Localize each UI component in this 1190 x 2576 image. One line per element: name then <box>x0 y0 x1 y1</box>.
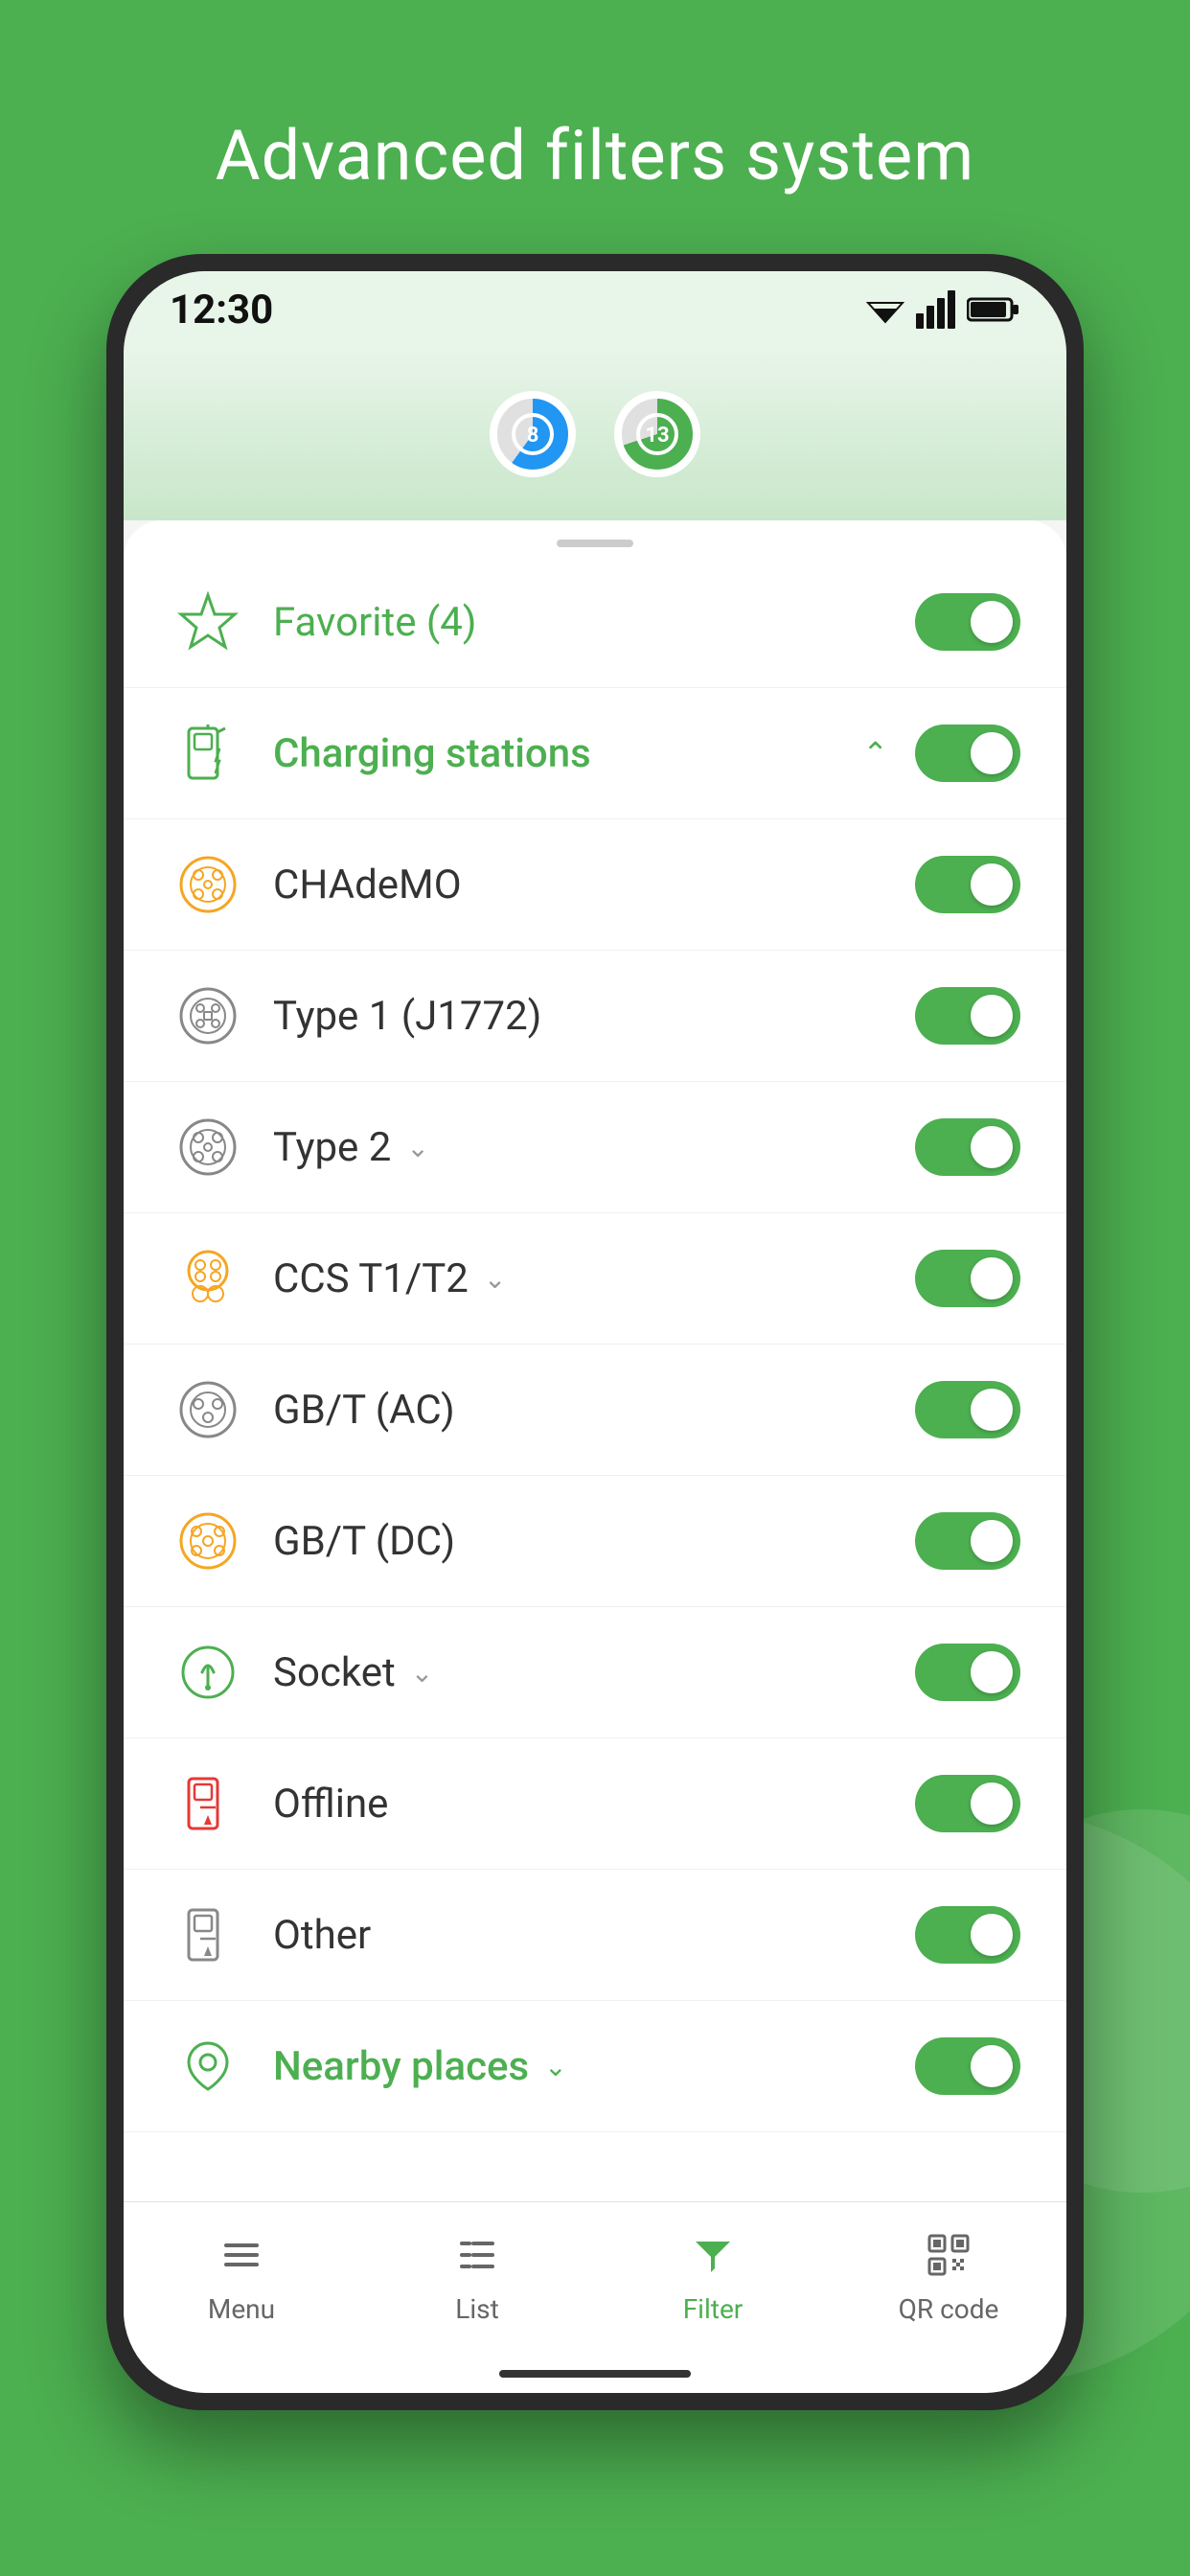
charging-stations-icon <box>170 715 246 792</box>
type1-label: Type 1 (J1772) <box>273 993 915 1040</box>
filter-row-other[interactable]: Other <box>124 1870 1066 2001</box>
type2-label: Type 2 ⌄ <box>273 1124 915 1171</box>
type1-icon <box>170 978 246 1054</box>
offline-label: Offline <box>273 1781 915 1828</box>
type2-icon <box>170 1109 246 1185</box>
filter-row-chademo[interactable]: CHAdeMO <box>124 819 1066 951</box>
nav-list[interactable]: List <box>359 2232 595 2325</box>
bottom-nav: Menu List <box>124 2201 1066 2355</box>
gbt-dc-icon <box>170 1503 246 1579</box>
socket-icon <box>170 1634 246 1711</box>
ccs-icon <box>170 1240 246 1317</box>
offline-icon <box>170 1765 246 1842</box>
filter-icon <box>690 2232 736 2286</box>
filter-row-type1[interactable]: Type 1 (J1772) <box>124 951 1066 1082</box>
nav-filter[interactable]: Filter <box>595 2232 831 2325</box>
nav-qrcode[interactable]: QR code <box>831 2232 1066 2325</box>
nearby-icon <box>170 2028 246 2104</box>
qr-icon <box>926 2232 972 2286</box>
gbt-dc-label: GB/T (DC) <box>273 1518 915 1565</box>
nav-menu[interactable]: Menu <box>124 2232 359 2325</box>
filter-row-gbt-ac[interactable]: GB/T (AC) <box>124 1345 1066 1476</box>
wifi-icon <box>866 295 904 324</box>
filter-row-socket[interactable]: Socket ⌄ <box>124 1607 1066 1738</box>
filter-row-offline[interactable]: Offline <box>124 1738 1066 1870</box>
filter-row-favorite[interactable]: Favorite (4) <box>124 557 1066 688</box>
nearby-toggle[interactable] <box>915 2037 1020 2095</box>
chademo-icon <box>170 846 246 923</box>
battery-icon <box>967 295 1020 324</box>
charging-stations-label: Charging stations <box>273 730 862 777</box>
svg-text:8: 8 <box>527 424 539 448</box>
list-icon <box>454 2232 500 2286</box>
other-label: Other <box>273 1912 915 1959</box>
charging-stations-toggle[interactable] <box>915 724 1020 782</box>
map-marker-2: 13 <box>614 391 700 477</box>
menu-icon <box>218 2232 264 2286</box>
filter-row-ccs[interactable]: CCS T1/T2 ⌄ <box>124 1213 1066 1345</box>
nearby-chevron: ⌄ <box>544 2051 566 2082</box>
status-time: 12:30 <box>170 287 273 334</box>
drag-handle[interactable] <box>124 520 1066 557</box>
type1-toggle[interactable] <box>915 987 1020 1045</box>
signal-icon <box>916 290 955 329</box>
favorite-toggle[interactable] <box>915 593 1020 651</box>
ccs-chevron: ⌄ <box>484 1263 506 1295</box>
type2-toggle[interactable] <box>915 1118 1020 1176</box>
chademo-label: CHAdeMO <box>273 862 915 908</box>
favorite-label: Favorite (4) <box>273 599 915 646</box>
nav-menu-label: Menu <box>208 2293 275 2325</box>
status-bar: 12:30 <box>124 271 1066 348</box>
favorite-icon <box>170 584 246 660</box>
charging-stations-chevron: ⌃ <box>862 735 888 771</box>
svg-text:13: 13 <box>645 424 669 448</box>
ccs-toggle[interactable] <box>915 1250 1020 1307</box>
home-indicator <box>124 2355 1066 2393</box>
type2-chevron: ⌄ <box>406 1132 428 1163</box>
ccs-label: CCS T1/T2 ⌄ <box>273 1255 915 1302</box>
nearby-label: Nearby places ⌄ <box>273 2043 915 2090</box>
status-icons <box>866 290 1020 329</box>
gbt-ac-label: GB/T (AC) <box>273 1387 915 1434</box>
nav-filter-label: Filter <box>683 2293 744 2325</box>
phone-frame: 12:30 <box>106 254 1084 2410</box>
gbt-ac-toggle[interactable] <box>915 1381 1020 1438</box>
other-icon <box>170 1897 246 1973</box>
filter-row-nearby[interactable]: Nearby places ⌄ <box>124 2001 1066 2132</box>
gbt-ac-icon <box>170 1371 246 1448</box>
other-toggle[interactable] <box>915 1906 1020 1964</box>
home-bar <box>499 2370 691 2378</box>
filter-row-gbt-dc[interactable]: GB/T (DC) <box>124 1476 1066 1607</box>
filter-panel[interactable]: Favorite (4) Charging stations ⌃ <box>124 520 1066 2201</box>
socket-chevron: ⌄ <box>411 1657 433 1689</box>
nav-qrcode-label: QR code <box>899 2293 999 2325</box>
page-title: Advanced filters system <box>216 115 975 196</box>
filter-row-type2[interactable]: Type 2 ⌄ <box>124 1082 1066 1213</box>
nav-list-label: List <box>455 2293 499 2325</box>
socket-label: Socket ⌄ <box>273 1649 915 1696</box>
gbt-dc-toggle[interactable] <box>915 1512 1020 1570</box>
offline-toggle[interactable] <box>915 1775 1020 1832</box>
map-preview: 8 13 <box>124 348 1066 520</box>
filter-row-charging-stations[interactable]: Charging stations ⌃ <box>124 688 1066 819</box>
chademo-toggle[interactable] <box>915 856 1020 913</box>
socket-toggle[interactable] <box>915 1644 1020 1701</box>
map-marker-1: 8 <box>490 391 576 477</box>
